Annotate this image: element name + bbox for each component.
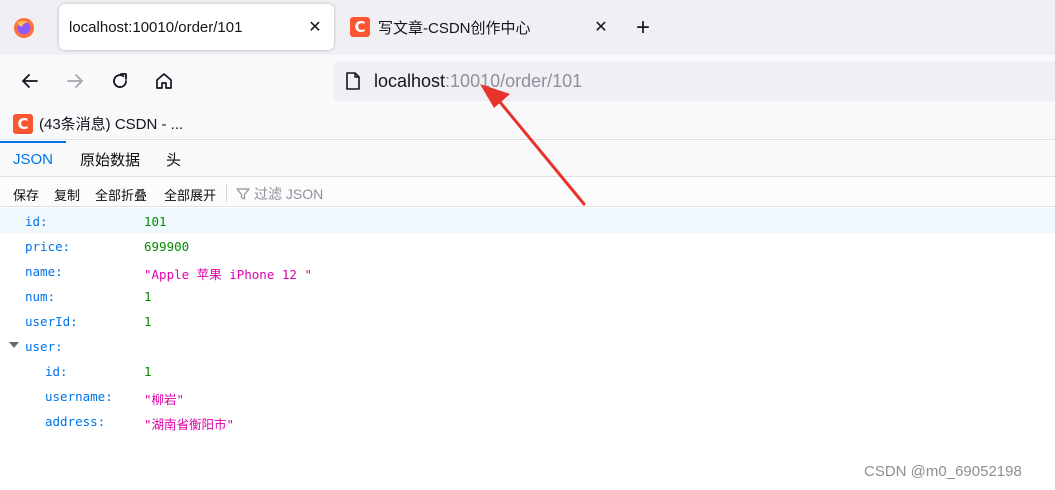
json-value: 1	[144, 364, 152, 379]
url-text: localhost:10010/order/101	[374, 71, 582, 92]
page-icon	[346, 72, 360, 90]
reload-icon	[113, 73, 127, 88]
toolbar-divider	[226, 184, 227, 202]
watermark: CSDN @m0_69052198	[864, 463, 1022, 480]
tab-raw-data[interactable]: 原始数据	[80, 141, 140, 177]
back-button[interactable]	[15, 66, 45, 96]
json-row[interactable]: address: "湖南省衡阳市"	[0, 408, 1055, 433]
bookmarks-bar: C (43条消息) CSDN - ...	[0, 107, 1055, 140]
json-value: 1	[144, 289, 152, 304]
bookmark-label: (43条消息) CSDN - ...	[39, 116, 184, 133]
home-button[interactable]	[149, 66, 179, 96]
json-key: price:	[25, 239, 71, 254]
csdn-icon: C	[13, 113, 33, 134]
back-arrow-icon	[22, 74, 38, 88]
json-key: id:	[45, 364, 68, 379]
expand-toggle-icon[interactable]	[9, 342, 19, 348]
filter-icon	[236, 188, 250, 200]
filter-placeholder: 过滤 JSON	[254, 186, 324, 202]
tab-strip: localhost:10010/order/101 ✕ C 写文章-CSDN创作…	[0, 0, 1055, 55]
copy-button[interactable]: 复制	[54, 185, 80, 204]
viewer-tabs: JSON 原始数据 头	[0, 141, 1055, 177]
json-value: "Apple 苹果 iPhone 12 "	[144, 267, 312, 282]
tab-headers[interactable]: 头	[166, 141, 181, 177]
json-value: "柳岩"	[144, 392, 185, 407]
url-bar[interactable]: localhost:10010/order/101	[334, 61, 1055, 101]
json-key: id:	[25, 214, 48, 229]
json-row-expandable[interactable]: user:	[0, 333, 1055, 358]
tab-json[interactable]: JSON	[13, 141, 53, 177]
close-tab-icon[interactable]: ✕	[586, 12, 616, 42]
csdn-icon: C	[350, 17, 370, 37]
reload-button[interactable]	[105, 66, 135, 96]
home-icon	[156, 73, 172, 89]
json-row[interactable]: userId: 1	[0, 308, 1055, 333]
url-host: localhost	[374, 70, 446, 91]
save-button[interactable]: 保存	[13, 185, 39, 204]
new-tab-button[interactable]: +	[628, 13, 658, 43]
json-value: 101	[144, 214, 167, 229]
filter-json-input[interactable]: 过滤 JSON	[236, 184, 323, 204]
json-key: num:	[25, 289, 56, 304]
json-row[interactable]: id: 1	[0, 358, 1055, 383]
json-key: user:	[25, 339, 63, 354]
json-toolbar: 保存 复制 全部折叠 全部展开 过滤 JSON	[0, 178, 1055, 207]
close-tab-icon[interactable]: ✕	[300, 12, 330, 42]
json-key: name:	[25, 264, 63, 279]
tab-title: 写文章-CSDN创作中心	[378, 19, 531, 37]
url-path: :10010/order/101	[445, 70, 583, 91]
json-row[interactable]: price: 699900	[0, 233, 1055, 258]
json-key: userId:	[25, 314, 78, 329]
json-key: username:	[45, 389, 113, 404]
json-key: address:	[45, 414, 106, 429]
json-row[interactable]: id: 101	[0, 208, 1055, 233]
collapse-all-button[interactable]: 全部折叠	[95, 185, 147, 204]
json-value: "湖南省衡阳市"	[144, 417, 235, 432]
json-row[interactable]: num: 1	[0, 283, 1055, 308]
navigation-bar: localhost:10010/order/101	[0, 55, 1055, 107]
expand-all-button[interactable]: 全部展开	[164, 185, 216, 204]
bookmark-csdn[interactable]: C (43条消息) CSDN - ...	[13, 113, 183, 134]
json-row[interactable]: name: "Apple 苹果 iPhone 12 "	[0, 258, 1055, 283]
json-row[interactable]: username: "柳岩"	[0, 383, 1055, 408]
tab-localhost[interactable]: localhost:10010/order/101 ✕	[59, 4, 334, 50]
json-value: 1	[144, 314, 152, 329]
json-value: 699900	[144, 239, 190, 254]
forward-arrow-icon	[67, 74, 83, 88]
json-tree: id: 101 price: 699900 name: "Apple 苹果 iP…	[0, 208, 1055, 433]
firefox-icon[interactable]	[13, 17, 35, 39]
forward-button[interactable]	[60, 66, 90, 96]
tab-csdn[interactable]: C 写文章-CSDN创作中心 ✕	[340, 4, 620, 50]
tab-title: localhost:10010/order/101	[69, 18, 243, 36]
